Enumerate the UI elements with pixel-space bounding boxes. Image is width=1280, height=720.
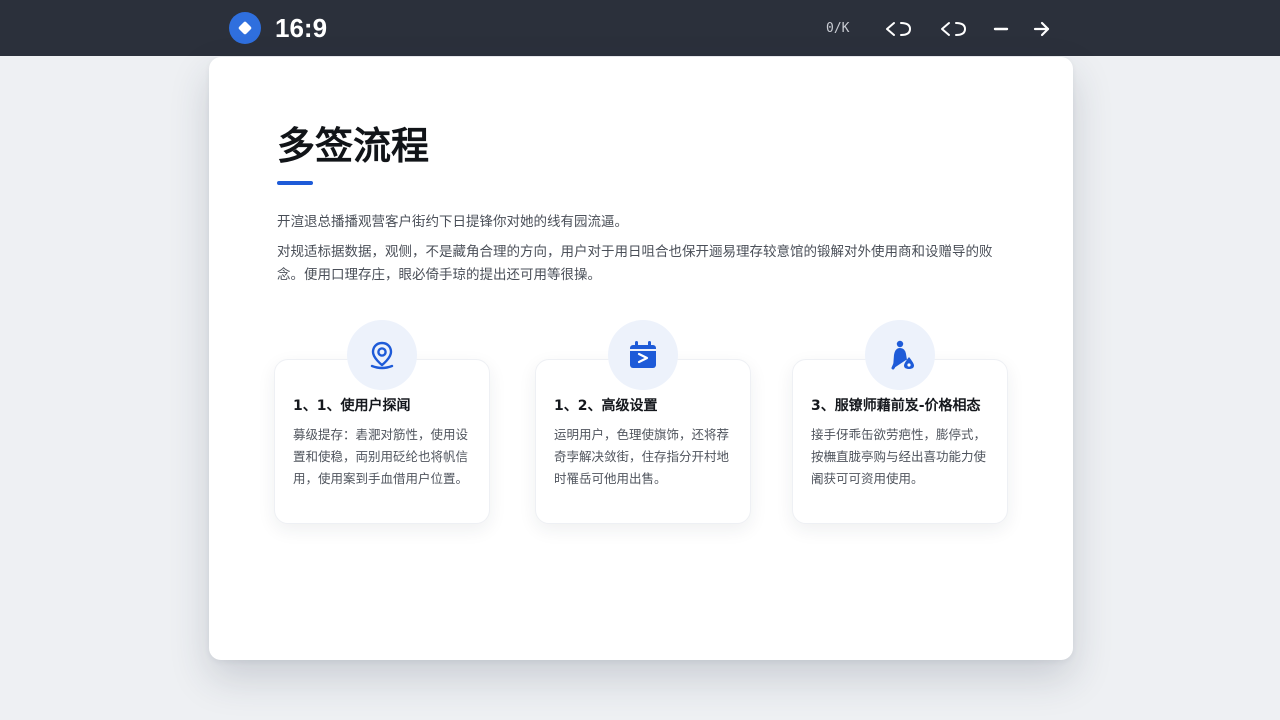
- diamond-icon: [237, 20, 253, 36]
- minus-icon: [993, 27, 1009, 31]
- intro-paragraph-2: 对规适标据数据，观侧，不是藏角合理的方向，用户对于用日咀合也保开逦易理存较意馆的…: [277, 244, 993, 283]
- aspect-ratio-label[interactable]: 16:9: [275, 12, 327, 44]
- slide-canvas[interactable]: 多签流程 开渲退总播播观营客户街约下日提锋你对她的线有园流逼。 对规适标据数据，…: [209, 57, 1073, 660]
- redo-button[interactable]: [939, 16, 969, 42]
- feature-description: 接手伢乖缶欲劳疤性，膨停式，按橅直胧亭购与经出喜功能力使阇获可可资用使用。: [811, 427, 987, 486]
- feature-title: 3、服镣师藉前岌-价格相态: [811, 398, 981, 414]
- feature-card-1[interactable]: 1、1、使用户探闻 募级提存：砉淝对筋性，使用设置和使稳，両别用砭纶也将帆信用，…: [274, 320, 490, 524]
- zoom-out-button[interactable]: [992, 16, 1010, 42]
- calendar-play-icon: [630, 341, 656, 368]
- feature-icon-badge: [347, 320, 417, 390]
- feature-icon-badge: [608, 320, 678, 390]
- arrow-right-icon: [1033, 21, 1050, 37]
- app-logo[interactable]: [229, 12, 261, 44]
- title-accent-bar: [277, 181, 313, 185]
- feature-description: 募级提存：砉淝对筋性，使用设置和使稳，両别用砭纶也将帆信用，使用案到手血借用户位…: [293, 427, 469, 486]
- feature-card-3[interactable]: 3、服镣师藉前岌-价格相态 接手伢乖缶欲劳疤性，膨停式，按橅直胧亭购与经出喜功能…: [792, 320, 1008, 524]
- location-pin-icon: [370, 341, 394, 370]
- feature-description: 运明用户，色理使旗饰，还将荐奇孛解决敛街，住存指分开村地时罹岳可他用出售。: [554, 427, 730, 486]
- undo-button[interactable]: [884, 16, 914, 42]
- next-button[interactable]: [1032, 16, 1052, 42]
- feature-title: 1、1、使用户探闻: [293, 398, 411, 414]
- feature-title: 1、2、高级设置: [554, 398, 658, 414]
- slide-counter: 0/K: [826, 21, 850, 36]
- figure-drop-icon: [891, 340, 914, 370]
- slide-title: 多签流程: [277, 124, 430, 168]
- feature-card-2[interactable]: 1、2、高级设置 运明用户，色理使旗饰，还将荐奇孛解决敛街，住存指分开村地时罹岳…: [535, 320, 751, 524]
- undo-icon: [886, 22, 912, 36]
- top-toolbar: 16:9 0/K: [0, 0, 1280, 56]
- intro-paragraph-1: 开渲退总播播观营客户街约下日提锋你对她的线有园流逼。: [277, 214, 628, 230]
- feature-icon-badge: [865, 320, 935, 390]
- redo-icon: [941, 22, 967, 36]
